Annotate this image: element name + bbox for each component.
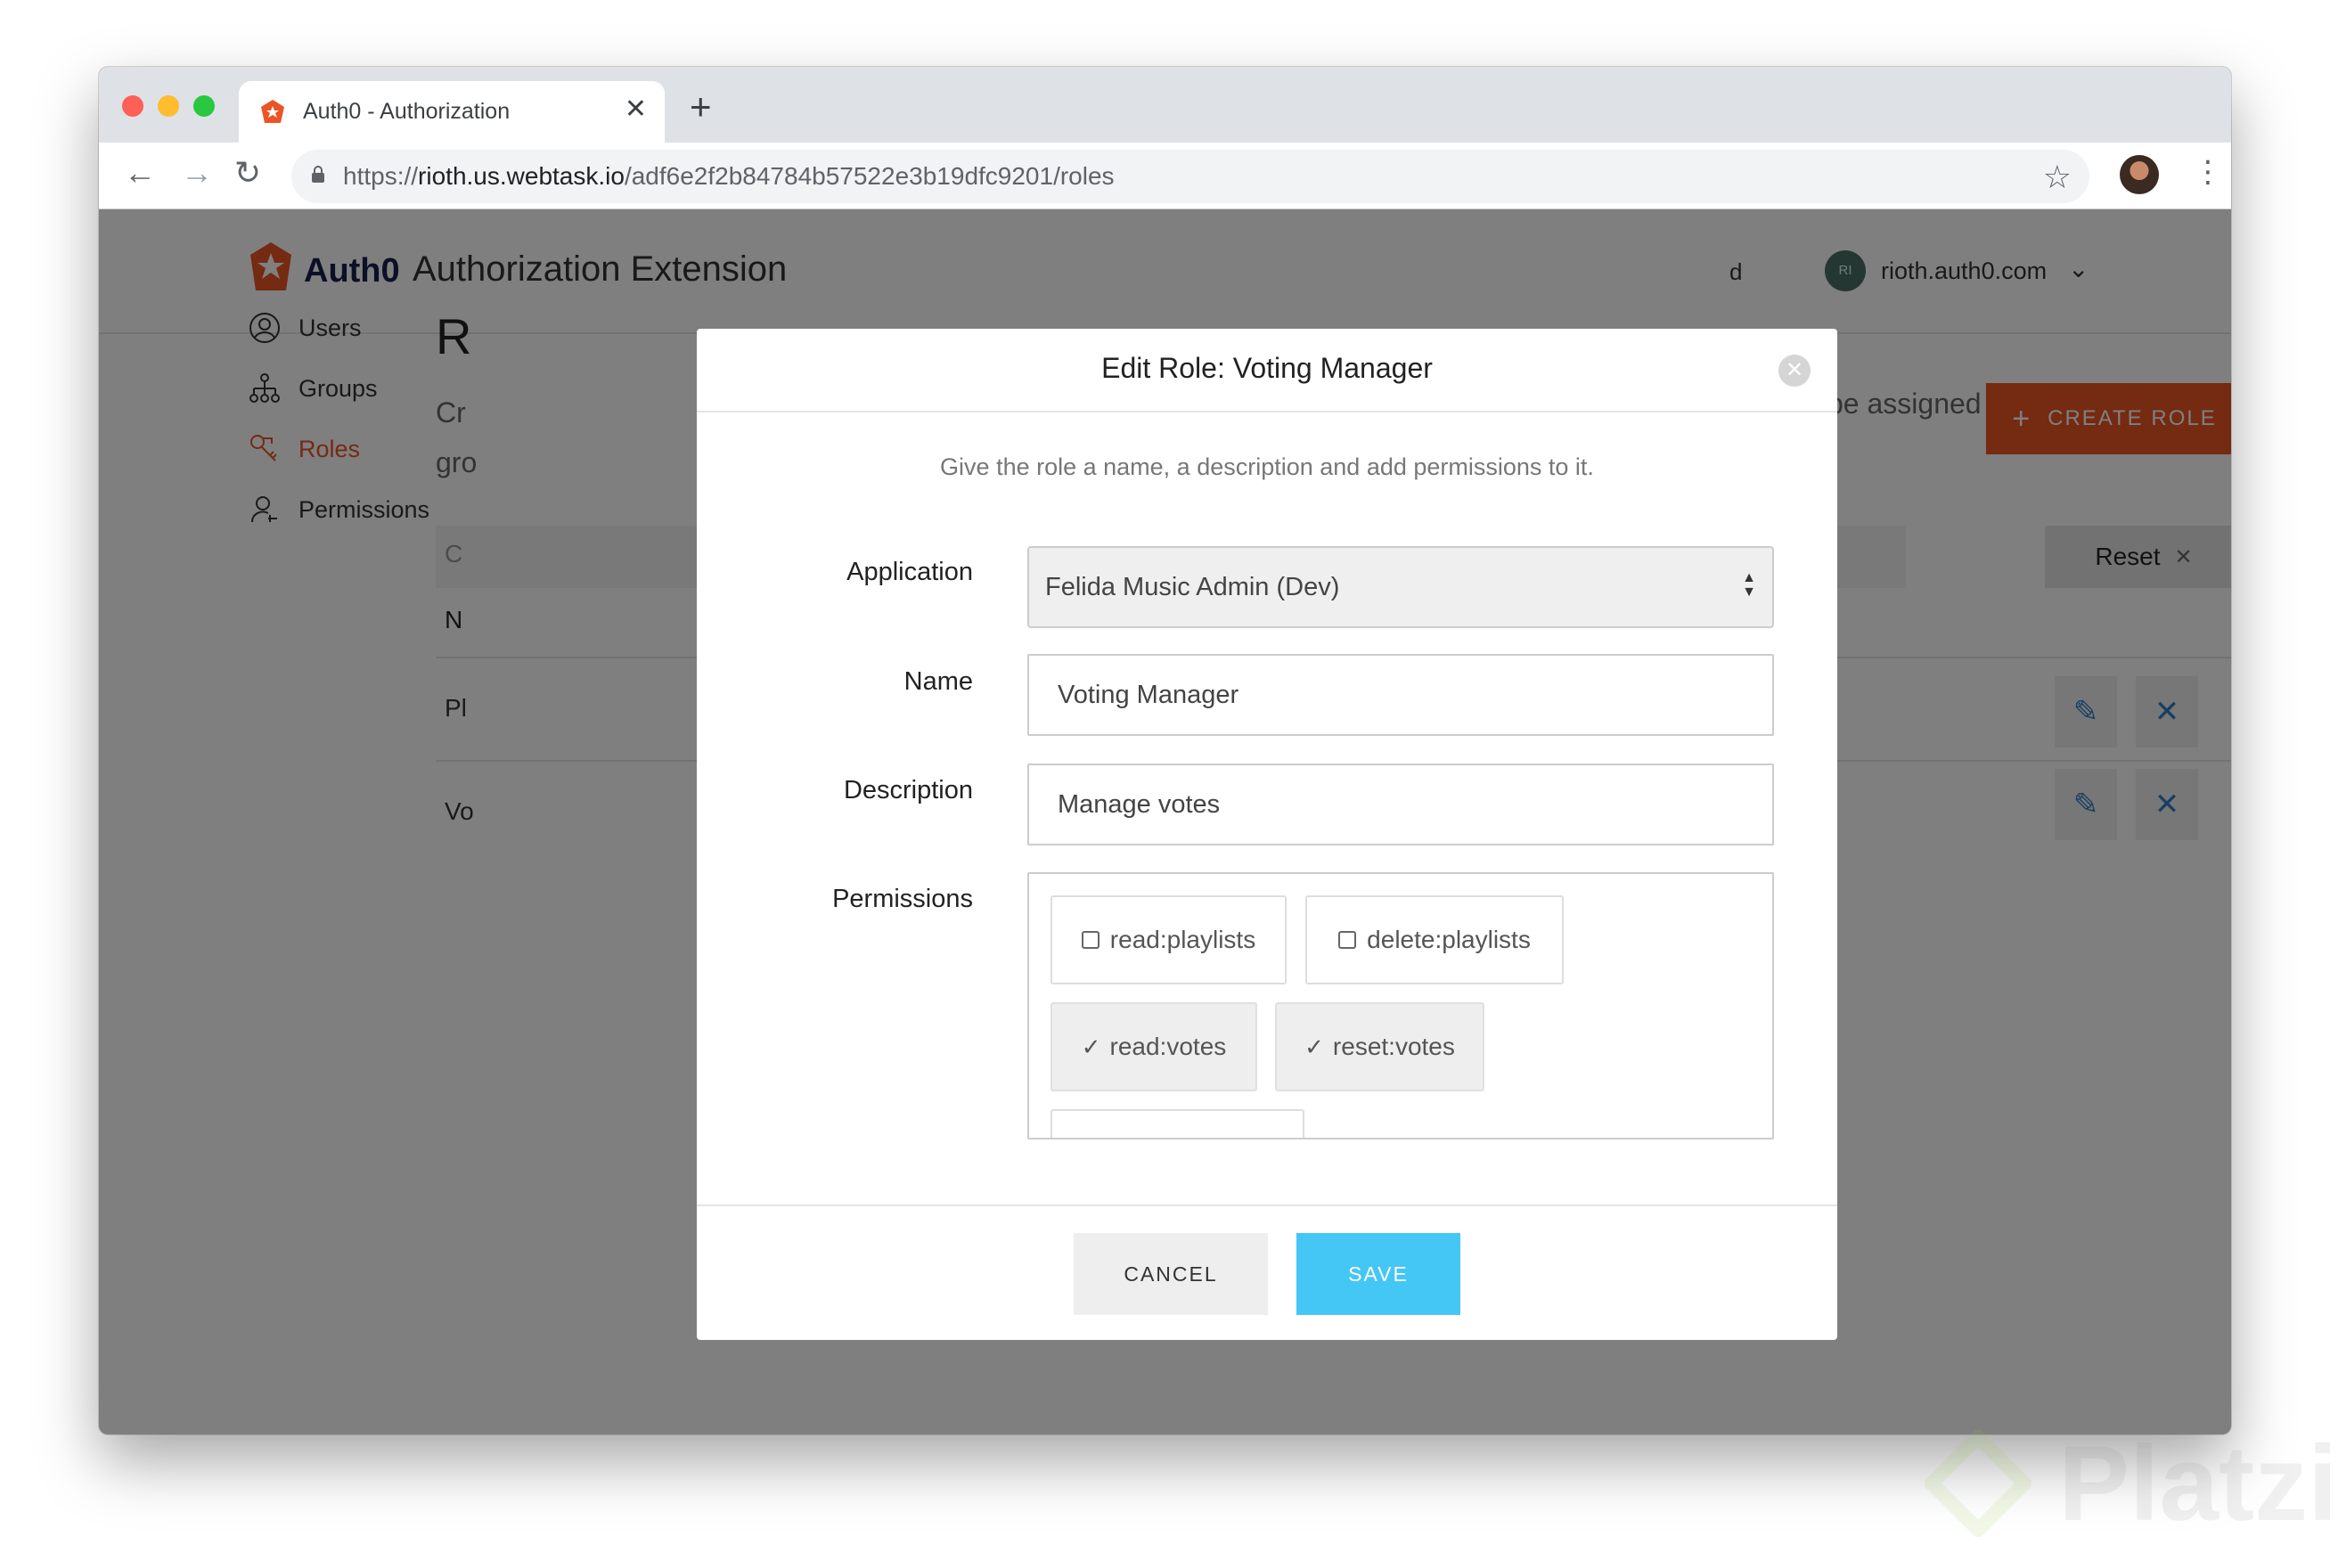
browser-window: Auth0 - Authorization ✕ + ← → ↻ https://…: [99, 67, 2231, 1434]
application-label: Application: [846, 558, 973, 586]
dialog-header: Edit Role: Voting Manager ✕: [697, 329, 1837, 412]
back-arrow-icon[interactable]: ←: [124, 157, 156, 189]
close-icon[interactable]: ✕: [1778, 355, 1811, 387]
lock-icon: [312, 166, 324, 183]
url-text: https://rioth.us.webtask.io/adf6e2f2b847…: [343, 162, 1115, 190]
platzi-logo-icon: [1925, 1430, 2031, 1537]
checkbox[interactable]: [1081, 931, 1100, 949]
permission-read-playlists[interactable]: read:playlists: [1050, 895, 1287, 984]
browser-toolbar: ← → ↻ https://rioth.us.webtask.io/adf6e2…: [99, 143, 2231, 209]
application-select[interactable]: Felida Music Admin (Dev) ▲ ▼: [1027, 546, 1774, 628]
profile-avatar[interactable]: [2120, 155, 2159, 194]
checkmark-icon: ✓: [1081, 1033, 1101, 1060]
edit-role-dialog: Edit Role: Voting Manager ✕ Give the rol…: [697, 329, 1837, 1340]
permissions-label: Permissions: [832, 885, 973, 913]
permission-reset-votes[interactable]: ✓ reset:votes: [1275, 1002, 1484, 1091]
permission-delete-playlists[interactable]: delete:playlists: [1305, 895, 1564, 984]
select-arrows-icon: ▲ ▼: [1742, 570, 1756, 600]
permissions-list[interactable]: read:playlists delete:playlists ✓ read:vo…: [1027, 872, 1774, 1139]
name-label: Name: [903, 667, 973, 696]
description-label: Description: [843, 776, 973, 804]
tab-strip: Auth0 - Authorization ✕ +: [99, 67, 2231, 143]
bookmark-star-icon[interactable]: ☆: [2043, 159, 2072, 196]
maximize-window-button[interactable]: [193, 95, 215, 117]
tab-title: Auth0 - Authorization: [303, 99, 511, 124]
address-bar[interactable]: https://rioth.us.webtask.io/adf6e2f2b847…: [291, 150, 2089, 203]
checkmark-icon: ✓: [1304, 1033, 1324, 1060]
dialog-subtitle: Give the role a name, a description and …: [940, 453, 1594, 480]
checkbox[interactable]: [1338, 931, 1357, 949]
browser-menu-icon[interactable]: ⋮: [2193, 157, 2223, 187]
platzi-watermark: Platzi: [1925, 1421, 2337, 1546]
save-button[interactable]: SAVE: [1296, 1233, 1460, 1315]
minimize-window-button[interactable]: [158, 95, 179, 117]
cancel-button[interactable]: CANCEL: [1074, 1233, 1268, 1315]
permission-read-votes[interactable]: ✓ read:votes: [1050, 1002, 1257, 1091]
name-field[interactable]: [1027, 654, 1774, 736]
close-window-button[interactable]: [122, 95, 143, 117]
forward-arrow-icon[interactable]: →: [181, 157, 213, 189]
new-tab-button[interactable]: +: [690, 88, 712, 126]
browser-tab[interactable]: Auth0 - Authorization ✕: [239, 81, 665, 143]
tab-close-icon[interactable]: ✕: [625, 94, 647, 125]
description-field[interactable]: [1027, 764, 1774, 845]
permission-partial[interactable]: [1050, 1109, 1304, 1138]
auth0-favicon-icon: [261, 100, 284, 123]
dialog-title: Edit Role: Voting Manager: [1101, 352, 1433, 384]
dialog-footer: CANCEL SAVE: [697, 1205, 1837, 1340]
reload-icon[interactable]: ↻: [234, 157, 261, 189]
